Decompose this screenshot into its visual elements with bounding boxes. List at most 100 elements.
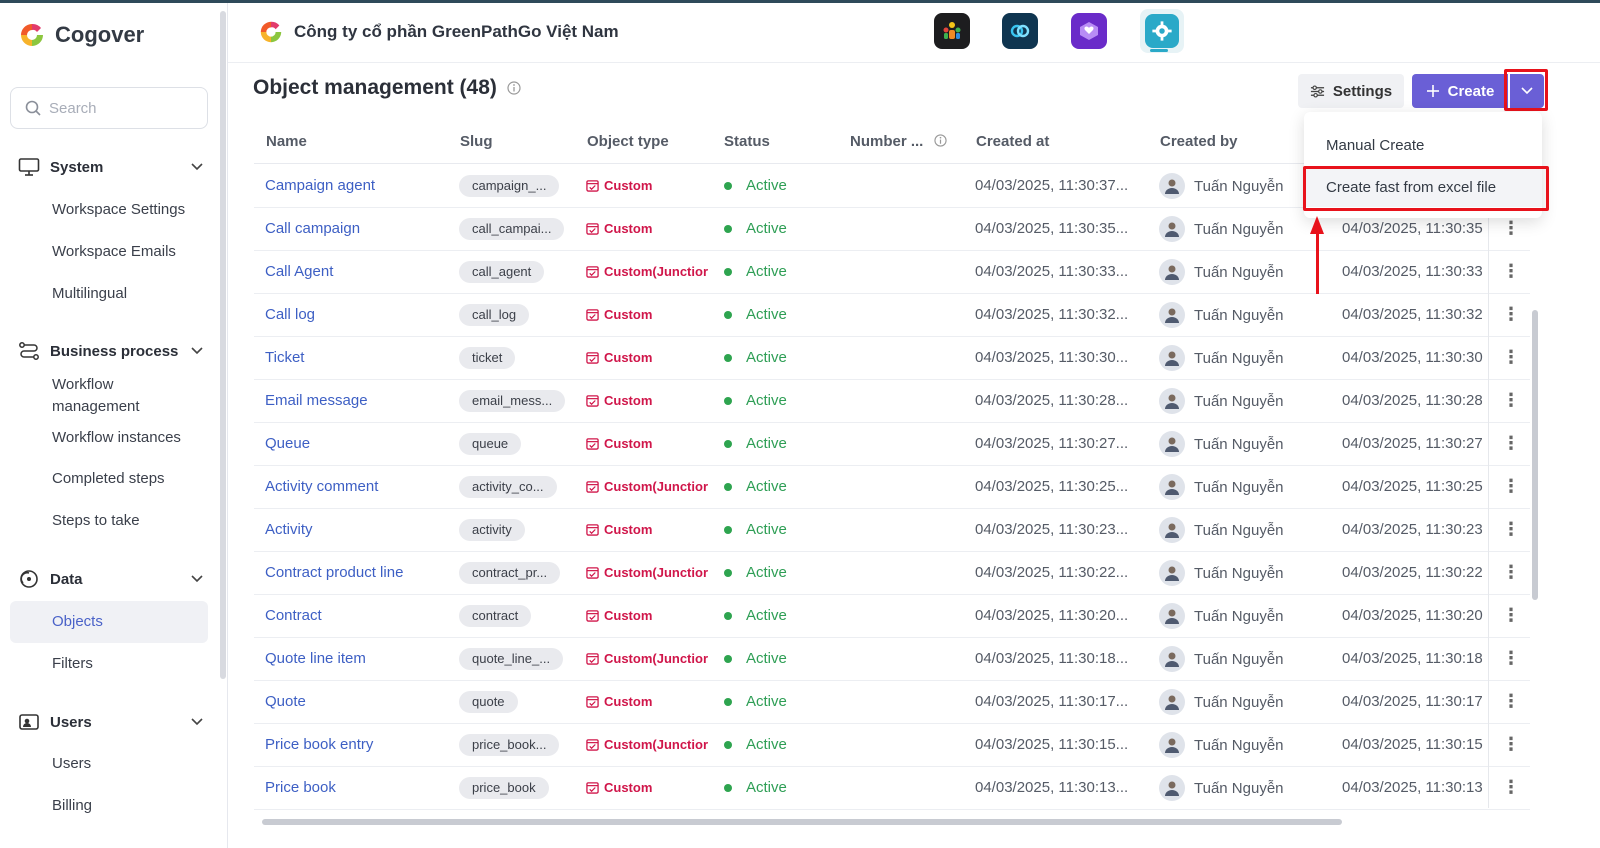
info-icon[interactable] — [934, 134, 947, 147]
app-launcher-people[interactable] — [934, 13, 970, 49]
sidebar-item-steps-to-take[interactable]: Steps to take — [52, 510, 140, 532]
app-launcher-settings[interactable] — [1140, 9, 1184, 53]
row-actions-icon[interactable]: ⋮ — [1502, 390, 1520, 411]
created-by-name: Tuấn Nguyễn — [1194, 693, 1284, 711]
table-row[interactable]: Quote quote Custom Active 04/03/2025, 11:30:… — [254, 681, 1530, 724]
sidebar-item-workflow-instances[interactable]: Workflow instances — [52, 427, 181, 449]
sidebar-item-multilingual[interactable]: Multilingual — [52, 283, 127, 305]
column-header-created-by[interactable]: Created by — [1160, 133, 1238, 150]
status-dot — [724, 525, 732, 534]
status-badge: Active — [724, 521, 787, 538]
table-row[interactable]: Contract contract Custom Active 04/03/2025, … — [254, 595, 1530, 638]
updated-at: 04/03/2025, 11:30:23 — [1342, 521, 1483, 538]
created-at: 04/03/2025, 11:30:13... — [975, 779, 1129, 796]
table-row[interactable]: Call log call_log Custom Active 04/03/2025, … — [254, 294, 1530, 337]
sidebar-item-filters[interactable]: Filters — [52, 653, 93, 675]
object-type: Custom — [586, 522, 652, 537]
object-name-link[interactable]: Quote line item — [265, 650, 366, 667]
object-type-label: Custom — [604, 522, 653, 537]
row-actions-icon[interactable]: ⋮ — [1502, 519, 1520, 540]
row-actions-icon[interactable]: ⋮ — [1502, 433, 1520, 454]
created-by-name: Tuấn Nguyễn — [1194, 177, 1284, 195]
row-actions-icon[interactable]: ⋮ — [1502, 218, 1520, 239]
row-actions-icon[interactable]: ⋮ — [1502, 562, 1520, 583]
row-actions-icon[interactable]: ⋮ — [1502, 476, 1520, 497]
horizontal-scrollbar[interactable] — [262, 819, 1342, 825]
row-actions-icon[interactable]: ⋮ — [1502, 648, 1520, 669]
status-label: Active — [746, 435, 787, 452]
column-header-name[interactable]: Name — [266, 133, 307, 150]
app-launcher-link[interactable] — [1002, 13, 1038, 49]
object-name-link[interactable]: Call campaign — [265, 220, 360, 237]
table-row[interactable]: Activity comment activity_co... Custom(Jun… — [254, 466, 1530, 509]
sidebar-group-business-process[interactable]: Business process — [18, 341, 204, 361]
table-row[interactable]: Call Agent call_agent Custom(Junctior Activ… — [254, 251, 1530, 294]
sidebar-item-workspace-settings[interactable]: Workspace Settings — [52, 199, 185, 221]
created-by: Tuấn Nguyễn — [1159, 302, 1284, 328]
search-input[interactable]: Search — [10, 87, 208, 129]
chevron-down-icon — [191, 163, 203, 171]
app-launcher-heart-box[interactable] — [1071, 13, 1107, 49]
sidebar-item-objects[interactable]: Objects — [52, 611, 103, 633]
row-actions-icon[interactable]: ⋮ — [1502, 605, 1520, 626]
updated-at: 04/03/2025, 11:30:30 — [1342, 349, 1483, 366]
sidebar-group-users[interactable]: Users — [18, 712, 204, 732]
menu-item-manual-create[interactable]: Manual Create — [1326, 137, 1424, 154]
object-name-link[interactable]: Price book — [265, 779, 336, 796]
row-actions-icon[interactable]: ⋮ — [1502, 347, 1520, 368]
table-row[interactable]: Queue queue Custom Active 04/03/2025, 11:30:… — [254, 423, 1530, 466]
vertical-scrollbar[interactable] — [1532, 310, 1538, 600]
sidebar-item-workflow-management[interactable]: Workflow management — [52, 374, 202, 418]
sidebar-item-completed-steps[interactable]: Completed steps — [52, 468, 165, 490]
object-name-link[interactable]: Activity comment — [265, 478, 378, 495]
settings-button[interactable]: Settings — [1298, 74, 1404, 108]
object-name-link[interactable]: Call log — [265, 306, 315, 323]
sidebar-item-billing[interactable]: Billing — [52, 795, 92, 817]
object-name-link[interactable]: Contract — [265, 607, 322, 624]
table-row[interactable]: Quote line item quote_line_... Custom(Junc… — [254, 638, 1530, 681]
search-placeholder: Search — [49, 99, 97, 117]
column-header-status[interactable]: Status — [724, 133, 770, 150]
column-header-created-at[interactable]: Created at — [976, 133, 1049, 150]
calendar-icon — [586, 223, 599, 235]
create-button[interactable]: Create — [1412, 74, 1508, 108]
sidebar-item-users[interactable]: Users — [52, 753, 91, 775]
object-type-label: Custom(Junctior — [604, 264, 708, 279]
object-name-link[interactable]: Email message — [265, 392, 368, 409]
user-avatar-icon — [1165, 480, 1179, 495]
row-actions-icon[interactable]: ⋮ — [1502, 304, 1520, 325]
table-row[interactable]: Ticket ticket Custom Active 04/03/2025, 11:3… — [254, 337, 1530, 380]
company-switcher[interactable]: Công ty cổ phần GreenPathGo Việt Nam — [258, 19, 619, 45]
sidebar-group-label: Users — [50, 713, 92, 731]
created-by-name: Tuấn Nguyễn — [1194, 220, 1284, 238]
brand[interactable]: Cogover — [18, 21, 144, 49]
object-name-link[interactable]: Quote — [265, 693, 306, 710]
object-name-link[interactable]: Campaign agent — [265, 177, 375, 194]
created-by-name: Tuấn Nguyễn — [1194, 650, 1284, 668]
table-row[interactable]: Price book price_book Custom Active 04/03/20… — [254, 767, 1530, 810]
row-actions-icon[interactable]: ⋮ — [1502, 691, 1520, 712]
status-dot — [724, 482, 732, 491]
object-name-link[interactable]: Call Agent — [265, 263, 333, 280]
sidebar-item-workspace-emails[interactable]: Workspace Emails — [52, 241, 176, 263]
object-name-link[interactable]: Price book entry — [265, 736, 373, 753]
sidebar-group-data[interactable]: Data — [18, 569, 204, 589]
column-header-object-type[interactable]: Object type — [587, 133, 669, 150]
object-name-link[interactable]: Activity — [265, 521, 313, 538]
row-actions-icon[interactable]: ⋮ — [1502, 261, 1520, 282]
table-row[interactable]: Email message email_mess... Custom Active 04… — [254, 380, 1530, 423]
table-row[interactable]: Contract product line contract_pr... Custo… — [254, 552, 1530, 595]
column-header-slug[interactable]: Slug — [460, 133, 493, 150]
sidebar-scrollbar[interactable] — [220, 11, 226, 679]
object-type: Custom — [586, 694, 652, 709]
object-name-link[interactable]: Contract product line — [265, 564, 403, 581]
table-row[interactable]: Activity activity Custom Active 04/03/2025, … — [254, 509, 1530, 552]
column-header-number[interactable]: Number ... — [850, 133, 923, 150]
sidebar-group-system[interactable]: System — [18, 157, 204, 177]
table-row[interactable]: Price book entry price_book... Custom(Junc… — [254, 724, 1530, 767]
row-actions-icon[interactable]: ⋮ — [1502, 734, 1520, 755]
info-icon[interactable] — [507, 81, 521, 95]
object-name-link[interactable]: Ticket — [265, 349, 304, 366]
row-actions-icon[interactable]: ⋮ — [1502, 777, 1520, 798]
object-name-link[interactable]: Queue — [265, 435, 310, 452]
